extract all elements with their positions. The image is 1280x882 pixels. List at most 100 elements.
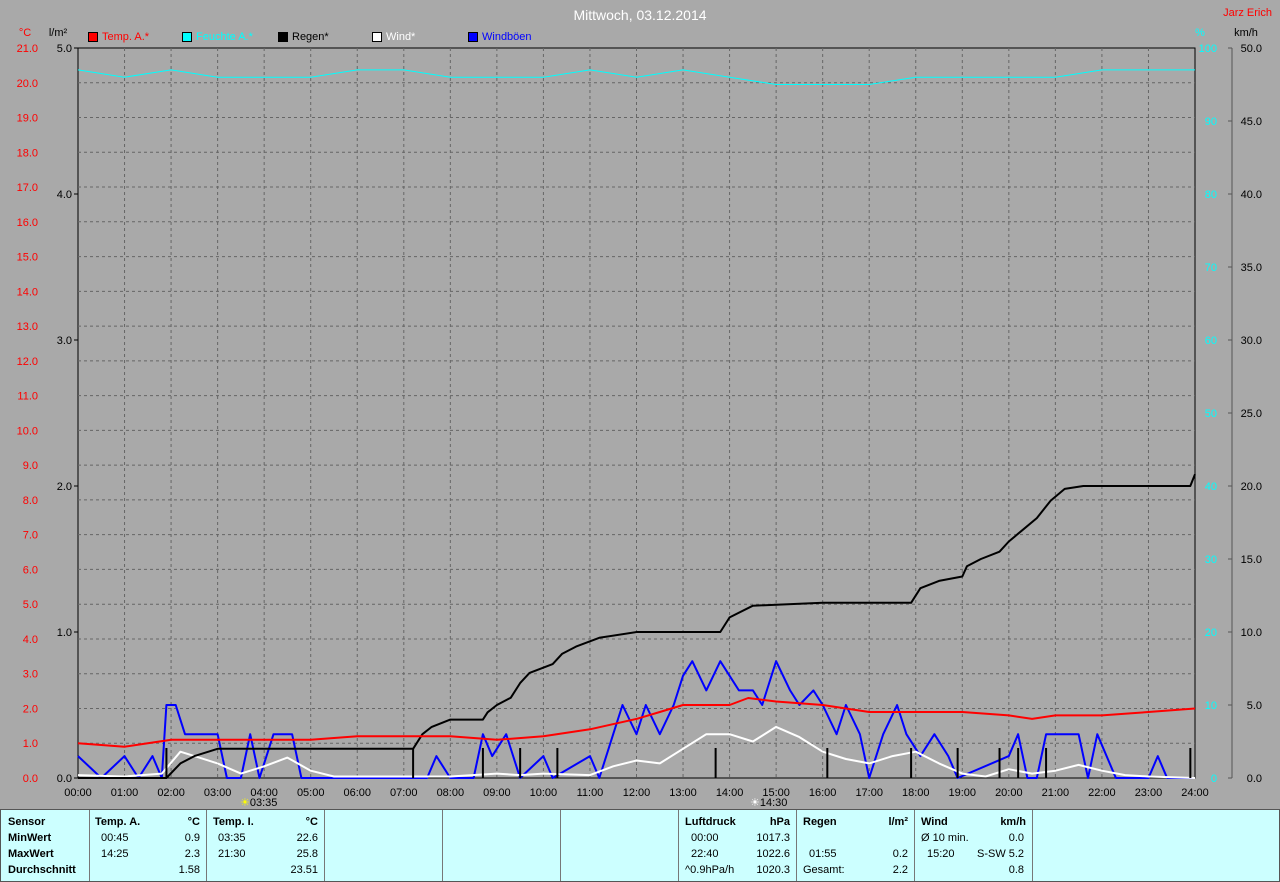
wind-header: Wind [921, 816, 948, 828]
col-wind: Wind km/h Ø 10 min. 15:20 S-SW 0.0 5.2 0… [915, 810, 1033, 881]
wind-tick-label: 10.0 [1241, 627, 1262, 639]
wind-unit: km/h [1234, 27, 1258, 39]
legend-swatch [372, 32, 382, 42]
temp-a-max: 2.3 [184, 848, 200, 860]
row-min-label: MinWert [8, 832, 52, 844]
temp-i-header: Temp. I. [213, 816, 254, 828]
humidity-tick-label: 40 [1205, 481, 1217, 493]
wind-tick-label: 30.0 [1241, 335, 1262, 347]
x-tick-label: 18:00 [902, 787, 930, 799]
legend-humidity: Feuchte A.* [182, 31, 253, 43]
humidity-tick-label: 80 [1205, 189, 1217, 201]
x-tick-label: 08:00 [437, 787, 465, 799]
wind-tick-label: 5.0 [1247, 700, 1262, 712]
rain-tick-label: 4.0 [57, 189, 72, 201]
col-temp-a: Temp. A. °C 00:45 14:25 0.9 2.3 1.58 [90, 810, 207, 881]
x-tick-label: 12:00 [623, 787, 651, 799]
wind-avg10: 0.0 [1008, 832, 1024, 844]
temp-tick-label: 11.0 [17, 391, 38, 403]
x-tick-label: 14:00 [716, 787, 744, 799]
x-tick-label: 05:00 [297, 787, 325, 799]
col-empty-2 [443, 810, 561, 881]
temp-tick-label: 9.0 [23, 460, 38, 472]
row-avg-label: Durchschnitt [8, 864, 76, 876]
legend-swatch [88, 32, 98, 42]
temp-a-header: Temp. A. [95, 816, 141, 828]
stats-panel: Sensor MinWert MaxWert Durchschnitt Temp… [0, 809, 1280, 882]
wind-tick-label: 45.0 [1241, 116, 1262, 128]
x-tick-label: 07:00 [390, 787, 418, 799]
temp-tick-label: 4.0 [23, 634, 38, 646]
temp-i-min-time: 03:35 [218, 832, 246, 844]
x-tick-label: 22:00 [1088, 787, 1116, 799]
col-sensor: Sensor MinWert MaxWert Durchschnitt [1, 810, 90, 881]
x-tick-label: 10:00 [530, 787, 558, 799]
wind-avg-label: Ø 10 min. [921, 832, 969, 844]
rain-tick-label: 2.0 [57, 481, 72, 493]
temp-tick-label: 1.0 [23, 738, 38, 750]
legend-rain: Regen* [278, 31, 329, 43]
legend-label: Regen* [292, 31, 329, 43]
humidity-tick-label: 50 [1205, 408, 1217, 420]
humidity-tick-label: 10 [1205, 700, 1217, 712]
x-tick-label: 06:00 [343, 787, 371, 799]
rain-unit: l/m² [49, 27, 68, 39]
pressure-header: Luftdruck [685, 816, 736, 828]
x-tick-label: 23:00 [1135, 787, 1163, 799]
rain-tick-label: 1.0 [57, 627, 72, 639]
pressure-unit: hPa [769, 816, 790, 828]
temp-tick-label: 21.0 [17, 43, 38, 55]
temp-tick-label: 17.0 [17, 182, 38, 194]
x-tick-label: 19:00 [949, 787, 977, 799]
temp-a-avg: 1.58 [178, 864, 200, 876]
temp-a-min-time: 00:45 [101, 832, 129, 844]
x-tick-label: 03:00 [204, 787, 232, 799]
weather-chart: 00:00 01:00 02:00 03:00 04:00 05:00 06:00 07:00… [17, 7, 1272, 808]
legend-label: Windböen [482, 31, 532, 43]
wind-tick-label: 50.0 [1241, 43, 1262, 55]
sensor-header: Sensor [8, 816, 46, 828]
temp-tick-label: 5.0 [23, 599, 38, 611]
col-empty-1 [325, 810, 443, 881]
temp-a-unit: °C [187, 816, 200, 828]
rain-total: 2.2 [892, 864, 908, 876]
wind-tick-label: 15.0 [1241, 554, 1262, 566]
x-tick-label: 09:00 [483, 787, 511, 799]
legend-swatch [182, 32, 192, 42]
temp-i-max-time: 21:30 [218, 848, 246, 860]
temp-tick-label: 2.0 [23, 703, 38, 715]
temp-a-min: 0.9 [184, 832, 200, 844]
x-tick-label: 20:00 [995, 787, 1023, 799]
humidity-tick-label: 0 [1211, 773, 1217, 785]
pressure-min-time: 00:00 [691, 832, 719, 844]
temp-tick-label: 14.0 [17, 286, 38, 298]
wind-tick-label: 25.0 [1241, 408, 1262, 420]
col-temp-i: Temp. I. °C 03:35 21:30 22.6 25.8 23.51 [207, 810, 325, 881]
temp-i-min: 22.6 [296, 832, 318, 844]
rain-max-time: 01:55 [809, 848, 837, 860]
temp-tick-label: 20.0 [17, 78, 38, 90]
temp-tick-label: 7.0 [23, 530, 38, 542]
x-tick-label: 01:00 [111, 787, 139, 799]
temp-tick-label: 16.0 [17, 217, 38, 229]
temp-unit: °C [19, 27, 31, 39]
temp-tick-label: 6.0 [23, 564, 38, 576]
temp-i-unit: °C [305, 816, 318, 828]
row-max-label: MaxWert [8, 848, 54, 860]
x-tick-label: 16:00 [809, 787, 837, 799]
legend-swatch [468, 32, 478, 42]
wind-max: 5.2 [1008, 848, 1024, 860]
x-tick-label: 02:00 [157, 787, 185, 799]
author-label: Jarz Erich [1223, 7, 1272, 19]
legend-label: Feuchte A.* [196, 31, 253, 43]
pressure-max: 1022.6 [756, 848, 790, 860]
legend-gusts: Windböen [468, 31, 532, 43]
wind-avg: 0.8 [1008, 864, 1024, 876]
rain-total-label: Gesamt: [803, 864, 845, 876]
legend-swatch [278, 32, 288, 42]
pressure-avg: 1020.3 [756, 864, 790, 876]
rain-header: Regen [803, 816, 837, 828]
x-tick-label: 24:00 [1181, 787, 1209, 799]
humidity-unit: % [1195, 27, 1205, 39]
humidity-tick-label: 100 [1199, 43, 1217, 55]
